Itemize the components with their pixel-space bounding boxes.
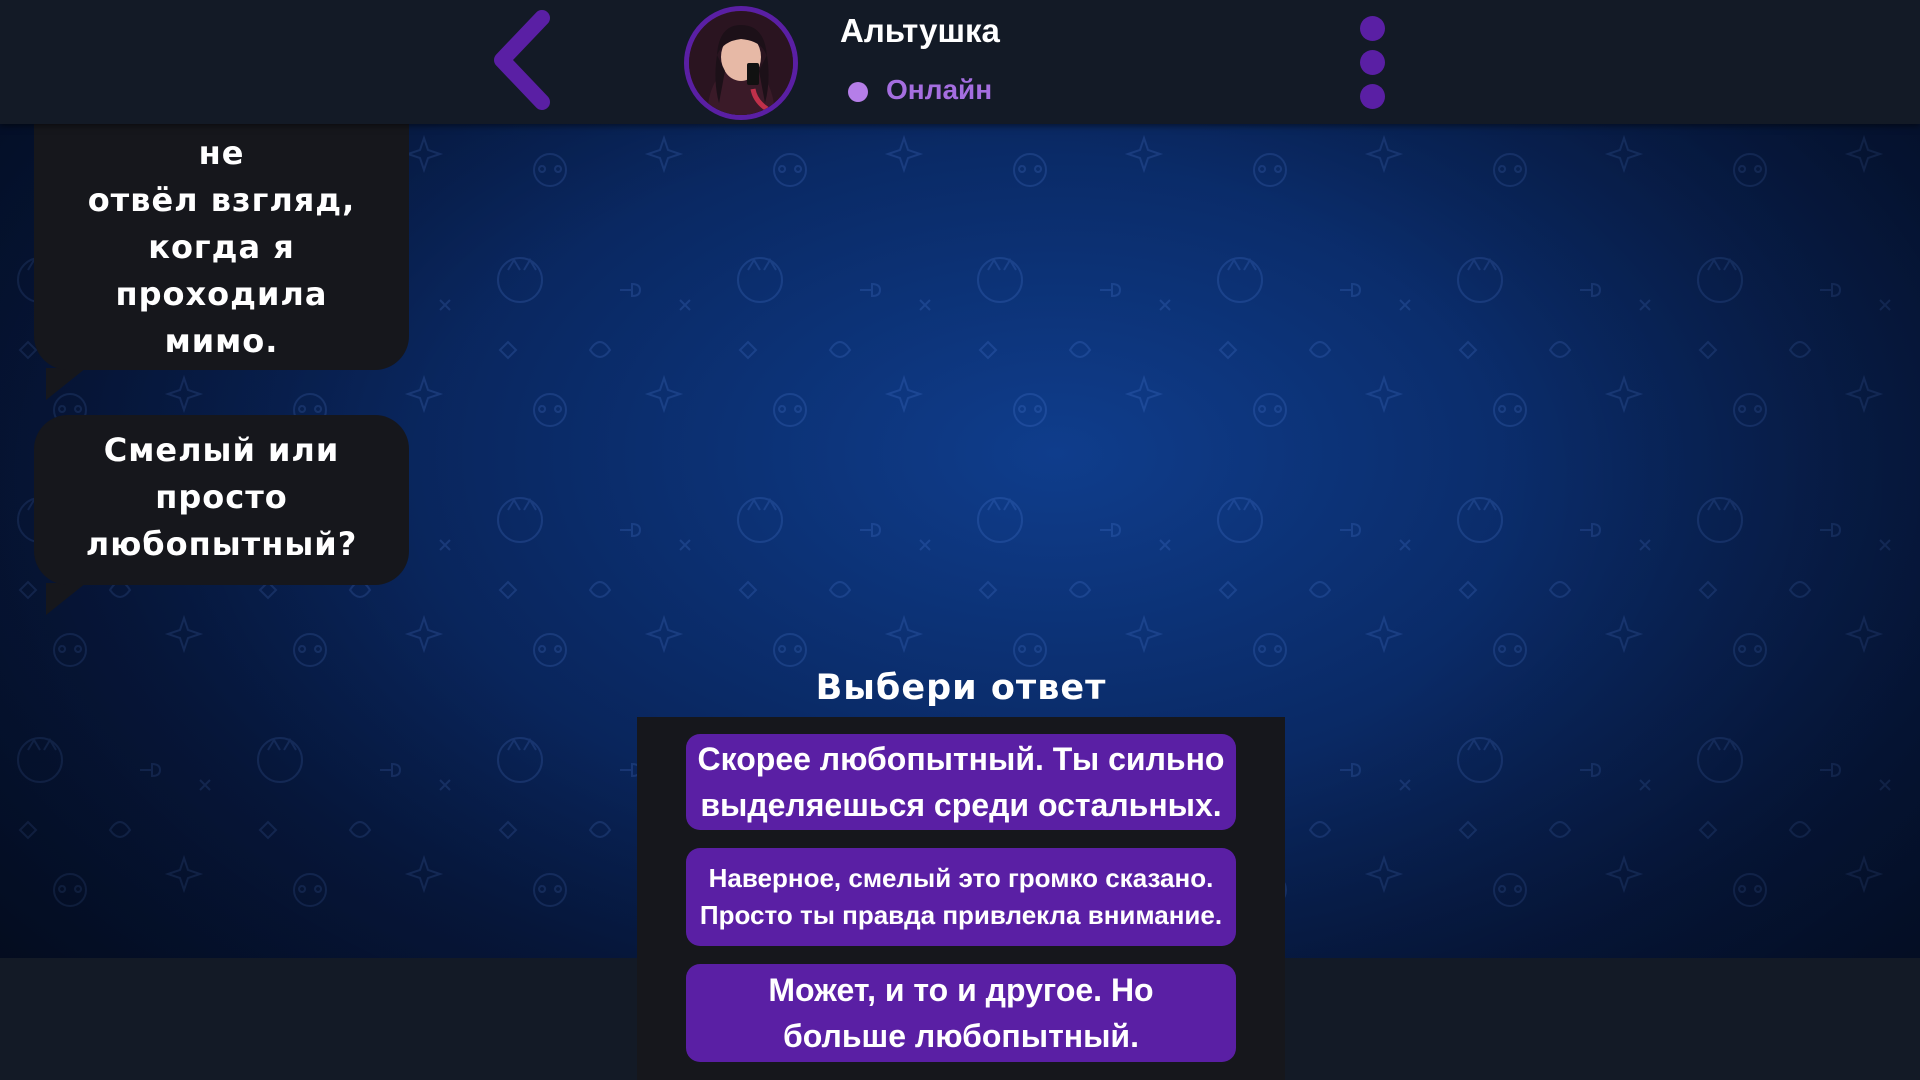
choice-option-2[interactable]: Наверное, смелый это громко сказано. Про…	[686, 848, 1236, 946]
message-1-line-3: отвёл взгляд,	[87, 181, 356, 219]
choice-option-2-text: Наверное, смелый это громко сказано. Про…	[700, 860, 1222, 934]
message-bubble-2-tail	[46, 583, 86, 615]
message-2-line-3: любопытный?	[85, 525, 358, 563]
choice-option-2-line-2: Просто ты правда привлекла внимание.	[699, 900, 1223, 930]
choice-option-1-line-2: выделяешься среди остальных.	[700, 787, 1222, 823]
chat-header: Альтушка Онлайн	[0, 0, 1920, 124]
vertical-dots-icon-bottom	[1360, 84, 1385, 109]
contact-name: Альтушка	[840, 12, 1000, 49]
choice-option-1-line-1: Скорее любопытный. Ты сильно	[697, 741, 1225, 777]
message-bubble-2: Смелый или просто любопытный?	[34, 415, 409, 585]
chevron-left-icon	[494, 10, 550, 110]
vertical-dots-icon	[1360, 16, 1385, 41]
more-options-button[interactable]	[1355, 14, 1389, 114]
choice-option-3-line-1: Может, и то и другое. Но	[768, 972, 1154, 1008]
choice-option-3-text: Может, и то и другое. Но больше любопытн…	[768, 967, 1153, 1059]
message-1-line-5: проходила мимо.	[115, 275, 328, 360]
choice-option-3-line-2: больше любопытный.	[783, 1018, 1139, 1054]
online-status-text: Онлайн	[886, 74, 993, 105]
contact-avatar[interactable]	[684, 6, 798, 120]
back-button[interactable]	[488, 8, 560, 112]
message-1-line-4: когда я	[148, 228, 295, 266]
message-2-line-1: Смелый или	[103, 431, 340, 469]
choice-option-3[interactable]: Может, и то и другое. Но больше любопытн…	[686, 964, 1236, 1062]
online-status-dot	[848, 82, 868, 102]
choice-option-1-text: Скорее любопытный. Ты сильно выделяешься…	[698, 736, 1225, 828]
avatar-portrait	[689, 11, 793, 115]
choice-prompt-title: Выбери ответ	[815, 668, 1107, 708]
message-bubble-1-tail	[46, 368, 86, 400]
message-2-line-2: просто	[155, 478, 288, 516]
choice-option-2-line-1: Наверное, смелый это громко сказано.	[708, 863, 1214, 893]
choice-option-1[interactable]: Скорее любопытный. Ты сильно выделяешься…	[686, 734, 1236, 830]
vertical-dots-icon-middle	[1360, 50, 1385, 75]
